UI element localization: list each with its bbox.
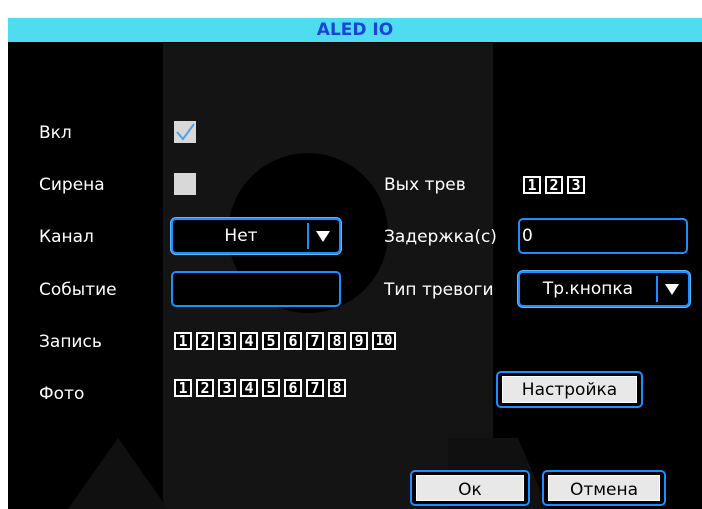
setup-button[interactable]: Настройка: [496, 371, 643, 408]
photo-channel-6[interactable]: 6: [284, 379, 302, 397]
aled-io-dialog: ALED IO Вкл Сирена Канал Событие Запись …: [8, 18, 702, 509]
alarm-out-channel-2[interactable]: 2: [545, 176, 563, 194]
ok-button[interactable]: Ок: [410, 470, 530, 506]
label-record: Запись: [39, 332, 102, 352]
checkmark-icon: [176, 123, 195, 141]
photo-channel-5[interactable]: 5: [262, 379, 280, 397]
record-channel-4[interactable]: 4: [240, 332, 258, 350]
label-alarm-out: Вых трев: [384, 175, 466, 195]
label-channel: Канал: [39, 227, 94, 247]
label-delay: Задержка(с): [384, 227, 497, 247]
alarm-out-channel-1[interactable]: 1: [523, 176, 541, 194]
window-title: ALED IO: [8, 18, 702, 42]
photo-channel-1[interactable]: 1: [174, 379, 192, 397]
alarm-type-dropdown[interactable]: Тр.кнопка: [518, 271, 690, 307]
record-channel-7[interactable]: 7: [306, 332, 324, 350]
record-channel-3[interactable]: 3: [218, 332, 236, 350]
ok-button-label: Ок: [416, 475, 524, 501]
label-photo: Фото: [39, 384, 85, 404]
photo-channel-3[interactable]: 3: [218, 379, 236, 397]
record-channel-5[interactable]: 5: [262, 332, 280, 350]
record-channel-1[interactable]: 1: [174, 332, 192, 350]
photo-channel-2[interactable]: 2: [196, 379, 214, 397]
cancel-button[interactable]: Отмена: [542, 470, 666, 506]
record-channel-2[interactable]: 2: [196, 332, 214, 350]
siren-checkbox[interactable]: [174, 173, 196, 195]
label-enable: Вкл: [39, 123, 72, 143]
photo-channel-4[interactable]: 4: [240, 379, 258, 397]
label-event: Событие: [39, 280, 117, 300]
setup-button-label: Настройка: [502, 376, 637, 403]
record-channel-6[interactable]: 6: [284, 332, 302, 350]
triangle-down-icon[interactable]: [656, 276, 686, 302]
cancel-button-label: Отмена: [548, 475, 660, 501]
enable-checkbox[interactable]: [174, 121, 196, 143]
photo-channel-8[interactable]: 8: [328, 379, 346, 397]
record-channel-10[interactable]: 10: [372, 332, 396, 350]
alarm-out-channel-3[interactable]: 3: [567, 176, 585, 194]
record-channel-9[interactable]: 9: [350, 332, 368, 350]
photo-channel-7[interactable]: 7: [306, 379, 324, 397]
triangle-down-icon[interactable]: [307, 223, 337, 249]
label-alarm-type: Тип тревоги: [384, 280, 494, 300]
record-channel-8[interactable]: 8: [328, 332, 346, 350]
channel-dropdown[interactable]: Нет: [171, 218, 341, 254]
delay-input[interactable]: 0: [518, 218, 688, 254]
event-field[interactable]: [171, 271, 341, 307]
watermark-logo: [68, 43, 548, 509]
alarm-type-selected-value: Тр.кнопка: [542, 279, 634, 299]
label-siren: Сирена: [39, 175, 105, 195]
channel-selected-value: Нет: [224, 226, 258, 246]
delay-value: 0: [522, 226, 533, 246]
